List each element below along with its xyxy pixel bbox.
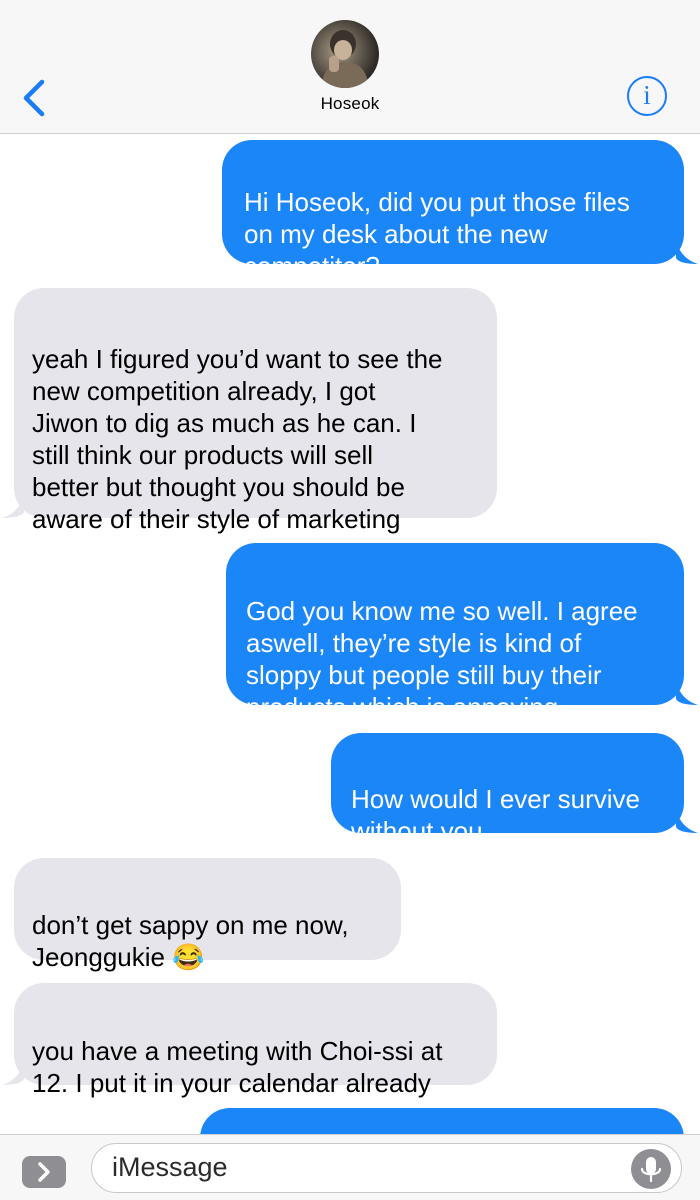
bubble-tail — [676, 238, 698, 264]
microphone-icon — [640, 1157, 662, 1183]
bubble-tail — [2, 1059, 24, 1085]
compose-bar: iMessage — [0, 1134, 700, 1200]
message-bubble-sent[interactable]: How would I ever survive without you — [331, 733, 684, 846]
bubble-tail — [676, 807, 698, 833]
message-bubble-sent-partial[interactable] — [200, 1108, 684, 1134]
message-text: How would I ever survive without you — [351, 784, 640, 846]
message-bubble-sent[interactable]: God you know me so well. I agree aswell,… — [226, 543, 684, 722]
message-bubble-received[interactable]: you have a meeting with Choi-ssi at 12. … — [14, 983, 497, 1098]
message-bubble-received[interactable]: don’t get sappy on me now, Jeonggukie 😂 — [14, 858, 401, 972]
conversation-header: Hoseok i — [0, 0, 700, 134]
message-text: you have a meeting with Choi-ssi at 12. … — [32, 1036, 443, 1098]
info-button[interactable]: i — [627, 76, 667, 116]
message-list[interactable]: Hi Hoseok, did you put those files on my… — [0, 134, 700, 1134]
avatar-photo — [321, 30, 369, 88]
bubble-tail — [2, 492, 24, 518]
message-bubble-received[interactable]: yeah I figured you’d want to see the new… — [14, 288, 497, 534]
message-text: Hi Hoseok, did you put those files on my… — [244, 187, 630, 281]
message-text: don’t get sappy on me now, Jeonggukie 😂 — [32, 910, 349, 972]
message-text: yeah I figured you’d want to see the new… — [32, 344, 443, 534]
dictation-button[interactable] — [631, 1149, 671, 1189]
contact-avatar[interactable] — [311, 20, 379, 88]
chevron-right-icon — [38, 1162, 50, 1182]
message-input-placeholder: iMessage — [112, 1152, 228, 1182]
info-icon: i — [643, 80, 651, 110]
contact-name[interactable]: Hoseok — [0, 94, 700, 114]
apps-button[interactable] — [22, 1156, 66, 1188]
message-bubble-sent[interactable]: Hi Hoseok, did you put those files on my… — [222, 140, 684, 281]
message-input[interactable]: iMessage — [91, 1143, 682, 1193]
message-text: God you know me so well. I agree aswell,… — [246, 596, 638, 722]
bubble-tail — [676, 679, 698, 705]
